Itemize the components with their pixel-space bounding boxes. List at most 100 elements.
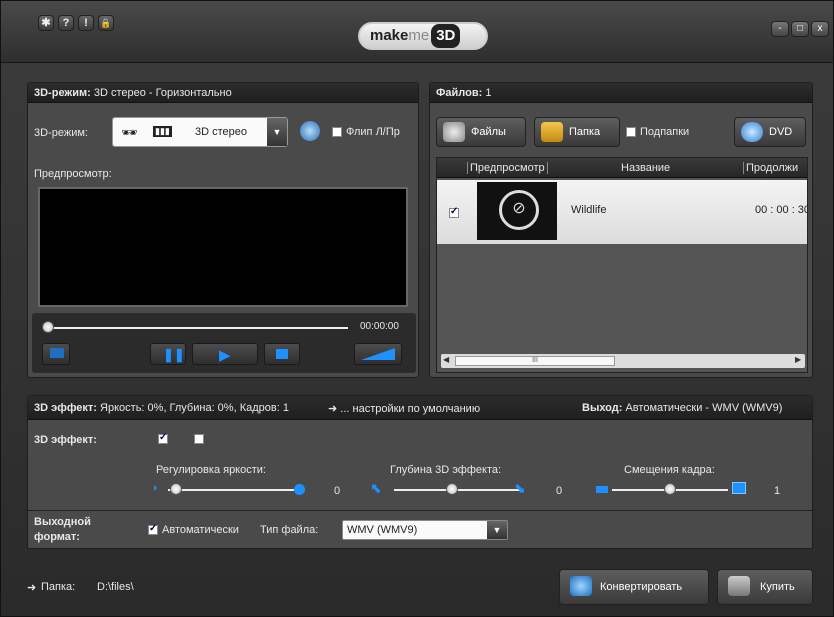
- scroll-right-icon[interactable]: ▶: [795, 355, 801, 364]
- depth-value: 0: [556, 485, 563, 497]
- row-duration: 00 : 00 : 30: [755, 204, 808, 216]
- stereo-icon: ▮▮▮: [153, 126, 172, 137]
- no-preview-icon: ⊘: [499, 190, 539, 230]
- depth-knob[interactable]: [446, 483, 458, 495]
- row-checkbox[interactable]: [449, 206, 459, 218]
- depth-out-icon: ⬉: [370, 480, 382, 496]
- buy-button[interactable]: Купить: [717, 569, 813, 605]
- app-window: ✱ ? ! 🔒 makeme 3D - □ x 3D-режим: 3D стер…: [0, 0, 834, 617]
- scroll-thumb[interactable]: III: [455, 356, 615, 366]
- auto-checkbox[interactable]: [148, 523, 158, 535]
- convert-button[interactable]: Конвертировать: [559, 569, 709, 605]
- folder-button[interactable]: Папка: [534, 117, 620, 147]
- effect-checkbox-2[interactable]: [194, 434, 204, 444]
- flip-checkbox[interactable]: [332, 127, 342, 137]
- flip-label: Флип Л/Пр: [346, 126, 400, 138]
- brightness-value: 0: [334, 485, 341, 497]
- mode-panel: 3D-режим: 3D стерео - Горизонтально 3D-р…: [27, 82, 419, 378]
- preview-area: [38, 187, 408, 307]
- app-logo: makeme 3D: [358, 22, 488, 50]
- column-duration[interactable]: Продолжи: [743, 162, 798, 174]
- stop-icon: [276, 349, 288, 359]
- output-summary: Выход: Автоматически - WMV (WMV9): [582, 402, 783, 414]
- arrow-right-icon: ➜: [27, 582, 37, 594]
- files-panel: Файлов: 1 Файлы Папка Подпапки DVD Предп…: [429, 82, 813, 378]
- pause-button[interactable]: ❚❚: [150, 343, 186, 365]
- snapshot-button[interactable]: [42, 343, 70, 365]
- preview-label: Предпросмотр:: [34, 168, 112, 180]
- brightness-high-icon: [294, 484, 305, 495]
- effect-label: 3D эффект:: [34, 434, 97, 446]
- mode-select[interactable]: 🕶 ▮▮▮ 3D стерео ▼: [112, 117, 288, 147]
- files-icon: [443, 122, 465, 142]
- volume-icon: [361, 348, 395, 360]
- row-name: Wildlife: [571, 204, 607, 216]
- gear-icon[interactable]: ✱: [38, 15, 54, 31]
- column-preview[interactable]: Предпросмотр: [467, 162, 548, 174]
- row-thumbnail: ⊘: [477, 182, 557, 240]
- scroll-left-icon[interactable]: ◀: [443, 355, 449, 364]
- brightness-label: Регулировка яркости:: [156, 464, 266, 476]
- depth-in-icon: ⬊: [514, 480, 526, 496]
- effect-panel-header: 3D эффект: Яркость: 0%, Глубина: 0%, Кад…: [28, 396, 812, 420]
- volume-button[interactable]: [354, 343, 402, 365]
- play-button[interactable]: ▶: [192, 343, 258, 365]
- title-bar: ✱ ? ! 🔒 makeme 3D - □ x: [1, 1, 833, 63]
- dvd-icon: [741, 122, 763, 142]
- defaults-link[interactable]: ➜ ... настройки по умолчанию: [328, 402, 480, 415]
- play-icon: ▶: [219, 347, 231, 364]
- brightness-low-icon: ◗: [152, 482, 159, 494]
- cart-icon: [728, 576, 750, 596]
- auto-label: Автоматически: [162, 524, 239, 536]
- column-name[interactable]: Название: [621, 162, 670, 174]
- stop-button[interactable]: [264, 343, 300, 365]
- glasses-icon: 🕶: [121, 125, 138, 140]
- mode-label: 3D-режим:: [34, 127, 88, 139]
- shift-label: Смещения кадра:: [624, 464, 715, 476]
- help-icon[interactable]: ?: [58, 15, 74, 31]
- close-button[interactable]: x: [811, 21, 829, 37]
- arrow-right-icon: ➜: [328, 403, 341, 415]
- folder-path[interactable]: D:\files\: [97, 581, 134, 593]
- files-button[interactable]: Файлы: [436, 117, 526, 147]
- shift-value: 1: [774, 485, 781, 497]
- mode-panel-header: 3D-режим: 3D стерео - Горизонтально: [28, 83, 418, 103]
- camera-icon: [50, 348, 64, 358]
- time-display: 00:00:00: [360, 321, 399, 332]
- shift-knob[interactable]: [664, 483, 676, 495]
- folder-path-label: Папка:: [41, 581, 76, 593]
- shift-min-icon: [596, 486, 608, 493]
- mode-value: 3D стерео: [195, 126, 248, 138]
- chevron-down-icon[interactable]: ▼: [487, 521, 507, 539]
- effect-panel: 3D эффект: Яркость: 0%, Глубина: 0%, Кад…: [27, 395, 813, 549]
- subfolders-checkbox[interactable]: [626, 127, 636, 137]
- minimize-button[interactable]: -: [771, 21, 789, 37]
- subfolders-label: Подпапки: [640, 126, 690, 138]
- maximize-button[interactable]: □: [791, 21, 809, 37]
- file-list-header: Предпросмотр Название Продолжи: [437, 158, 807, 178]
- convert-icon: [570, 576, 592, 596]
- effect-checkbox-1[interactable]: [158, 432, 168, 444]
- info-icon[interactable]: !: [78, 15, 94, 31]
- brightness-slider[interactable]: [168, 489, 294, 491]
- filetype-label: Тип файла:: [260, 524, 319, 536]
- file-list: Предпросмотр Название Продолжи ⊘ Wildlif…: [436, 157, 808, 373]
- horizontal-scrollbar[interactable]: ◀ III ▶: [441, 354, 805, 368]
- format-label-line-2: формат:: [34, 531, 80, 543]
- seek-knob[interactable]: [42, 321, 54, 333]
- shift-max-icon: [732, 482, 746, 494]
- format-label-line-1: Выходной: [34, 516, 91, 528]
- lock-icon[interactable]: 🔒: [98, 15, 114, 31]
- filetype-select[interactable]: WMV (WMV9) ▼: [342, 520, 508, 540]
- brightness-knob[interactable]: [170, 483, 182, 495]
- files-panel-header: Файлов: 1: [430, 83, 812, 103]
- chevron-down-icon[interactable]: ▼: [267, 118, 287, 146]
- divider: [28, 510, 812, 511]
- filetype-value: WMV (WMV9): [347, 524, 418, 536]
- depth-label: Глубина 3D эффекта:: [390, 464, 502, 476]
- dvd-button[interactable]: DVD: [734, 117, 806, 147]
- table-row[interactable]: ⊘ Wildlife 00 : 00 : 30: [437, 180, 808, 244]
- seek-bar[interactable]: [48, 327, 348, 329]
- player-controls: 00:00:00 ❚❚ ▶: [32, 313, 416, 373]
- pause-icon: ❚❚: [163, 347, 185, 362]
